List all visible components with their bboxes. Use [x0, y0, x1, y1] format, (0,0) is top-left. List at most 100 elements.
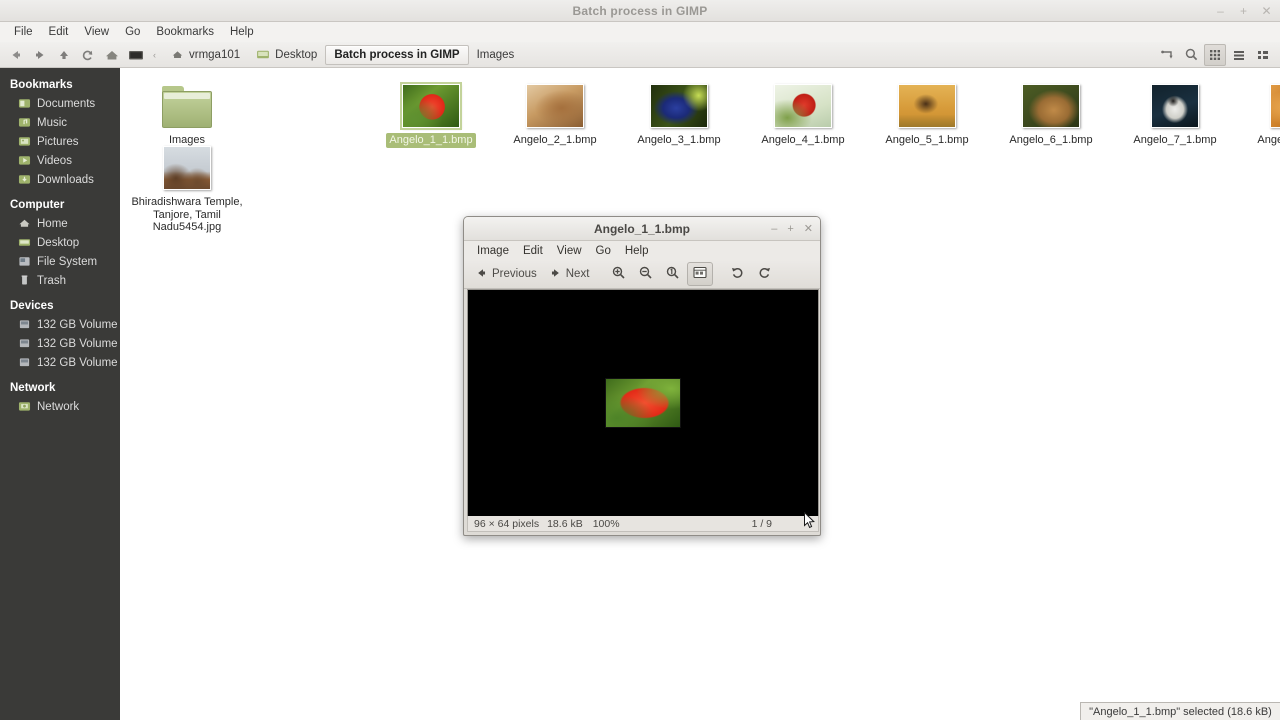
- thumbnail: [493, 78, 617, 128]
- menu-edit[interactable]: Edit: [41, 23, 77, 41]
- sidebar-item-music[interactable]: Music: [0, 113, 120, 132]
- sidebar-item-trash[interactable]: Trash: [0, 271, 120, 290]
- previous-label: Previous: [492, 268, 537, 280]
- breadcrumb: vrmga101 Desktop Batch process in GIMP I…: [163, 44, 523, 65]
- sidebar-item-pictures[interactable]: Pictures: [0, 132, 120, 151]
- rotate-right-button[interactable]: [752, 262, 777, 286]
- status-text: "Angelo_1_1.bmp" selected (18.6 kB): [1089, 705, 1272, 718]
- image-thumbnail: [774, 84, 832, 128]
- maximize-icon[interactable]: +: [1238, 5, 1249, 17]
- menu-go[interactable]: Go: [117, 23, 148, 41]
- image-thumbnail: [526, 84, 584, 128]
- file-name: Angelo_7_1.bmp: [1133, 134, 1217, 146]
- list-view-icon[interactable]: [1228, 44, 1250, 66]
- viewer-menu-view[interactable]: View: [550, 244, 589, 258]
- displayed-image: [605, 378, 681, 428]
- file-name: Angelo_4_1.bmp: [761, 134, 845, 146]
- close-icon[interactable]: ✕: [804, 223, 813, 235]
- zoom-in-icon: [611, 265, 626, 283]
- network-folder-icon: [18, 400, 31, 413]
- viewer-menubar: Image Edit View Go Help: [464, 241, 820, 260]
- sidebar-item-label: 132 GB Volume: [37, 318, 118, 331]
- file-item-angelo-5[interactable]: Angelo_5_1.bmp: [865, 78, 989, 148]
- maximize-icon[interactable]: +: [787, 223, 793, 235]
- file-item-angelo-2[interactable]: Angelo_2_1.bmp: [493, 78, 617, 148]
- minimize-icon[interactable]: –: [1215, 5, 1226, 17]
- sidebar-item-documents[interactable]: Documents: [0, 94, 120, 113]
- viewer-title: Angelo_1_1.bmp: [593, 221, 691, 236]
- sidebar-item-home[interactable]: Home: [0, 214, 120, 233]
- window-titlebar: Batch process in GIMP – + ✕: [0, 0, 1280, 22]
- viewer-statusbar: 96 × 64 pixels 18.6 kB 100% 1 / 9: [467, 516, 819, 532]
- menubar: File Edit View Go Bookmarks Help: [0, 22, 1280, 42]
- sidebar-item-label: 132 GB Volume: [37, 356, 118, 369]
- viewer-menu-help[interactable]: Help: [618, 244, 656, 258]
- path-entry-icon[interactable]: [1156, 44, 1178, 66]
- close-icon[interactable]: ✕: [1261, 5, 1272, 17]
- file-item-angelo-7[interactable]: Angelo_7_1.bmp: [1113, 78, 1237, 148]
- viewer-menu-image[interactable]: Image: [470, 244, 516, 258]
- arrow-left-icon: [475, 267, 488, 282]
- sidebar-item-volume-2[interactable]: 132 GB Volume: [0, 334, 120, 353]
- compact-view-icon[interactable]: [1252, 44, 1274, 66]
- file-name: Angelo_5_1.bmp: [885, 134, 969, 146]
- back-icon[interactable]: [4, 43, 28, 67]
- file-item-angelo-1[interactable]: Angelo_1_1.bmp: [369, 78, 493, 148]
- breadcrumb-item-desktop[interactable]: Desktop: [248, 45, 325, 65]
- file-item-angelo-6[interactable]: Angelo_6_1.bmp: [989, 78, 1113, 148]
- sidebar-item-network[interactable]: Network: [0, 397, 120, 416]
- drive-icon: [18, 255, 31, 268]
- navigation-buttons: [0, 43, 148, 67]
- minimize-icon[interactable]: –: [771, 223, 777, 235]
- sidebar-item-file-system[interactable]: File System: [0, 252, 120, 271]
- rotate-left-button[interactable]: [725, 262, 750, 286]
- breadcrumb-item-vrmga101[interactable]: vrmga101: [163, 45, 248, 65]
- rotate-left-icon: [730, 265, 745, 283]
- home-icon[interactable]: [100, 43, 124, 67]
- sidebar-item-label: Pictures: [37, 135, 79, 148]
- file-item-bhiradishwara-temple[interactable]: Bhiradishwara Temple, Tanjore, Tamil Nad…: [125, 140, 249, 235]
- sidebar-item-desktop[interactable]: Desktop: [0, 233, 120, 252]
- zoom-normal-button[interactable]: [660, 262, 685, 286]
- previous-button[interactable]: Previous: [470, 264, 542, 285]
- image-thumbnail: [898, 84, 956, 128]
- mouse-cursor: [804, 511, 816, 530]
- volume-icon: [18, 356, 31, 369]
- documents-folder-icon: [18, 97, 31, 110]
- breadcrumb-label: Images: [476, 48, 515, 61]
- viewer-menu-go[interactable]: Go: [589, 244, 618, 258]
- reload-icon[interactable]: [76, 43, 100, 67]
- up-icon[interactable]: [52, 43, 76, 67]
- breadcrumb-label: Batch process in GIMP: [334, 48, 460, 61]
- viewer-canvas[interactable]: [467, 289, 819, 517]
- next-button[interactable]: Next: [544, 264, 595, 285]
- file-item-angelo-3[interactable]: Angelo_3_1.bmp: [617, 78, 741, 148]
- icon-view-icon[interactable]: [1204, 43, 1226, 66]
- menu-bookmarks[interactable]: Bookmarks: [148, 23, 222, 41]
- thumbnail: [989, 78, 1113, 128]
- zoom-out-button[interactable]: [633, 262, 658, 286]
- file-item-images[interactable]: Images: [125, 78, 249, 148]
- file-item-angelo-8[interactable]: Angelo_8_1.bmp: [1237, 78, 1280, 148]
- viewer-menu-edit[interactable]: Edit: [516, 244, 550, 258]
- sidebar-item-volume-1[interactable]: 132 GB Volume: [0, 315, 120, 334]
- search-icon[interactable]: [1180, 44, 1202, 66]
- menu-file[interactable]: File: [6, 23, 41, 41]
- forward-icon[interactable]: [28, 43, 52, 67]
- thumbnail: [369, 78, 493, 130]
- image-thumbnail: [400, 82, 462, 130]
- image-viewer-window[interactable]: Angelo_1_1.bmp – + ✕ Image Edit View Go …: [463, 216, 821, 536]
- menu-help[interactable]: Help: [222, 23, 262, 41]
- desktop-folder-icon: [257, 50, 270, 59]
- computer-icon[interactable]: [124, 43, 148, 67]
- zoom-in-button[interactable]: [606, 262, 631, 286]
- breadcrumb-item-batch-process-in-gimp[interactable]: Batch process in GIMP: [325, 44, 469, 65]
- menu-view[interactable]: View: [76, 23, 117, 41]
- file-item-angelo-4[interactable]: Angelo_4_1.bmp: [741, 78, 865, 148]
- sidebar-item-label: Documents: [37, 97, 96, 110]
- sidebar-item-volume-3[interactable]: 132 GB Volume: [0, 353, 120, 372]
- sidebar-item-downloads[interactable]: Downloads: [0, 170, 120, 189]
- best-fit-button[interactable]: [687, 262, 714, 286]
- breadcrumb-item-images[interactable]: Images: [469, 45, 523, 65]
- sidebar-item-videos[interactable]: Videos: [0, 151, 120, 170]
